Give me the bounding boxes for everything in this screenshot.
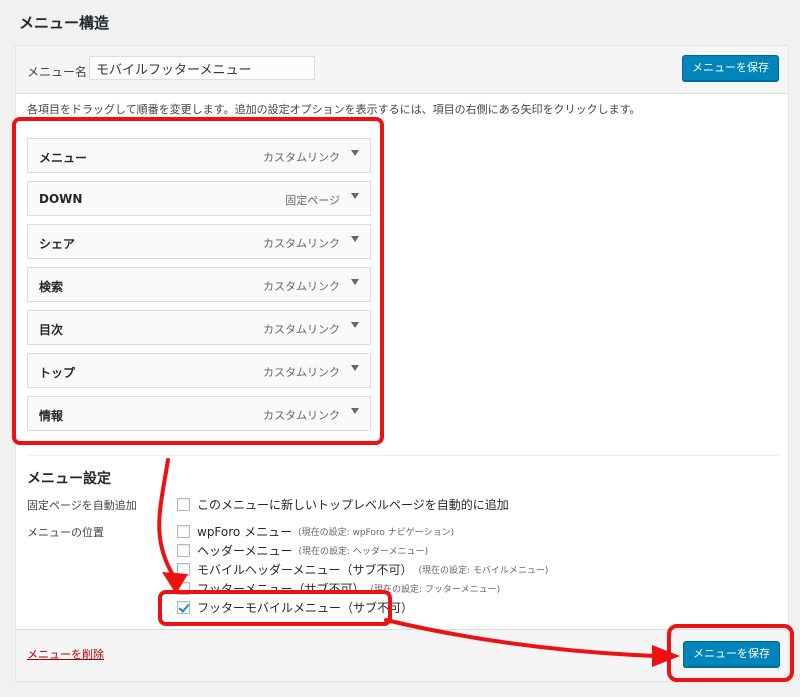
annotation-arrow-down: [157, 458, 178, 582]
annotation-arrowhead-right: [652, 645, 680, 667]
annotation-arrow-right: [384, 618, 657, 658]
annotation-arrows: [157, 458, 680, 667]
annotation-arrowhead-down: [162, 572, 188, 594]
